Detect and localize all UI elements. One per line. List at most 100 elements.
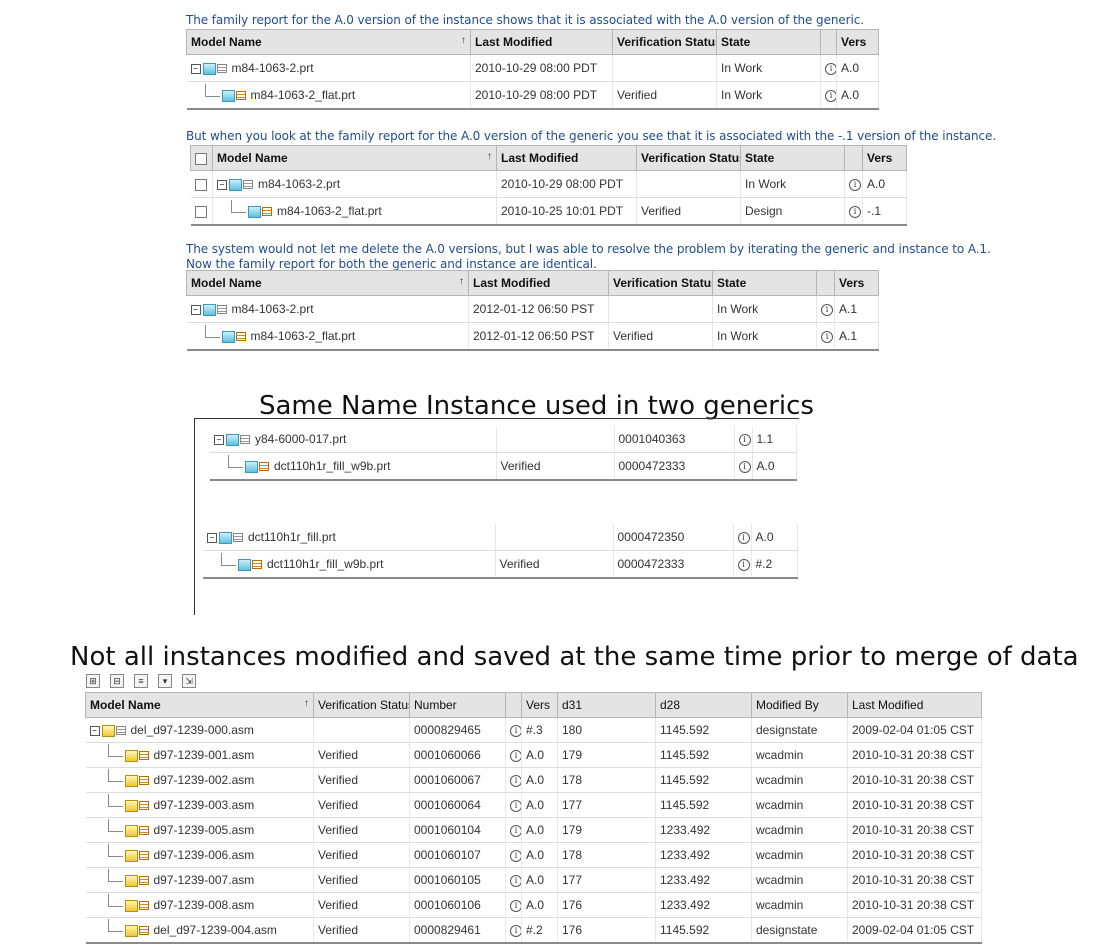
column-header-last-modified[interactable]: Last Modified (496, 145, 637, 171)
select-all-header[interactable] (190, 145, 213, 171)
column-header-model-name[interactable]: Model Name ↑ (186, 270, 469, 296)
model-name[interactable]: d97-1239-007.asm (154, 873, 255, 887)
info-icon[interactable]: i (510, 824, 521, 837)
model-name[interactable]: d97-1239-006.asm (154, 848, 255, 862)
column-header-verification-status[interactable]: Verification Status (612, 29, 717, 55)
model-name[interactable]: dct110h1r_fill_w9b.prt (267, 557, 384, 571)
model-name[interactable]: d97-1239-005.asm (154, 823, 255, 837)
column-header-number[interactable]: Number (409, 692, 506, 718)
column-header-verification-status[interactable]: Verification Status (636, 145, 741, 171)
row-checkbox[interactable] (194, 205, 207, 218)
table-row[interactable]: d97-1239-007.asm Verified 0001060105 i A.0 17… (85, 867, 982, 893)
column-header-info[interactable] (816, 270, 835, 296)
model-name[interactable]: y84-6000-017.prt (255, 432, 346, 446)
collapse-icon[interactable]: − (190, 304, 201, 315)
model-name[interactable]: m84-1063-2.prt (232, 61, 314, 75)
column-header-d31[interactable]: d31 (557, 692, 656, 718)
column-header-model-name[interactable]: Model Name ↑ (186, 29, 471, 55)
info-icon[interactable]: i (737, 531, 750, 544)
table-row[interactable]: dct110h1r_fill_w9b.prt Verified 00004723… (210, 452, 797, 481)
table-row[interactable]: del_d97-1239-004.asm Verified 0000829461 i #… (85, 917, 982, 944)
tree-view-icon[interactable]: ≡ (134, 674, 148, 688)
column-header-verification-status[interactable]: Verification Status (313, 692, 410, 718)
info-icon[interactable]: i (737, 558, 750, 571)
table-row[interactable]: m84-1063-2_flat.prt 2010-10-29 08:00 PDT… (186, 81, 879, 110)
collapse-icon[interactable]: − (207, 532, 217, 543)
table-row[interactable]: d97-1239-008.asm Verified 0001060106 i A.0 17… (85, 892, 982, 918)
model-name[interactable]: dct110h1r_fill.prt (248, 530, 336, 544)
table-row[interactable]: − y84-6000-017.prt 0001040363 i 1.1 (210, 426, 797, 453)
table-row[interactable]: m84-1063-2_flat.prt 2012-01-12 06:50 PST… (186, 322, 879, 351)
info-icon[interactable]: i (821, 303, 833, 316)
model-name[interactable]: d97-1239-003.asm (154, 798, 255, 812)
column-header-version[interactable]: Vers (862, 145, 907, 171)
table-row[interactable]: − dct110h1r_fill.prt 0000472350 i A.0 (203, 524, 798, 551)
model-name[interactable]: m84-1063-2.prt (232, 302, 314, 316)
column-header-version[interactable]: Vers (836, 29, 879, 55)
model-name[interactable]: m84-1063-2.prt (258, 177, 340, 191)
collapse-icon[interactable]: − (89, 725, 100, 736)
table-row[interactable]: d97-1239-006.asm Verified 0001060107 i A.0 17… (85, 842, 982, 868)
column-header-modified-by[interactable]: Modified By (751, 692, 848, 718)
info-icon[interactable]: i (510, 799, 521, 812)
collapse-icon[interactable]: − (214, 434, 224, 445)
model-name[interactable]: del_d97-1239-000.asm (131, 723, 254, 737)
model-name[interactable]: del_d97-1239-004.asm (154, 923, 277, 937)
column-header-verification-status[interactable]: Verification Status (608, 270, 713, 296)
info-icon[interactable]: i (510, 749, 521, 762)
info-icon[interactable]: i (849, 178, 861, 191)
info-icon[interactable]: i (510, 874, 521, 887)
d28: 1233.492 (655, 817, 752, 843)
table-row[interactable]: − m84-1063-2.prt 2012-01-12 06:50 PST In … (186, 295, 879, 323)
info-icon[interactable]: i (510, 924, 521, 937)
table-row[interactable]: − m84-1063-2.prt 2010-10-29 08:00 PDT In … (186, 54, 879, 82)
table-row[interactable]: d97-1239-005.asm Verified 0001060104 i A.0 17… (85, 817, 982, 843)
info-icon[interactable]: i (738, 460, 751, 473)
table-row[interactable]: d97-1239-001.asm Verified 0001060066 i A.0 17… (85, 742, 982, 768)
info-icon[interactable]: i (510, 849, 521, 862)
info-icon[interactable]: i (510, 724, 521, 737)
model-name[interactable]: d97-1239-002.asm (154, 773, 255, 787)
row-checkbox[interactable] (194, 178, 207, 191)
info-icon[interactable]: i (510, 774, 521, 787)
collapse-all-icon[interactable]: ⊟ (110, 674, 124, 688)
collapse-icon[interactable]: − (217, 179, 227, 190)
info-icon[interactable]: i (849, 205, 861, 218)
model-name[interactable]: d97-1239-008.asm (154, 898, 255, 912)
column-header-model-name[interactable]: Model Name ↑ (85, 692, 314, 718)
table-row[interactable]: − m84-1063-2.prt 2010-10-29 08:00 PDT In … (190, 170, 907, 198)
column-header-d28[interactable]: d28 (655, 692, 752, 718)
model-name[interactable]: m84-1063-2_flat.prt (251, 88, 356, 102)
column-header-info[interactable] (820, 29, 837, 55)
table-row[interactable]: m84-1063-2_flat.prt 2010-10-25 10:01 PDT… (190, 197, 907, 226)
model-name[interactable]: m84-1063-2_flat.prt (277, 204, 382, 218)
model-name[interactable]: d97-1239-001.asm (154, 748, 255, 762)
export-icon[interactable]: ⇲ (182, 674, 196, 688)
column-header-state[interactable]: State (712, 270, 817, 296)
column-header-last-modified[interactable]: Last Modified (847, 692, 982, 718)
table-row[interactable]: d97-1239-003.asm Verified 0001060064 i A.0 17… (85, 792, 982, 818)
collapse-icon[interactable]: − (190, 63, 201, 74)
column-header-version[interactable]: Vers (834, 270, 879, 296)
column-header-last-modified[interactable]: Last Modified (470, 29, 613, 55)
table-row[interactable]: − del_d97-1239-000.asm 0000829465 i #.3 180 11… (85, 717, 982, 743)
table-row[interactable]: dct110h1r_fill_w9b.prt Verified 00004723… (203, 550, 798, 579)
column-header-model-name[interactable]: Model Name ↑ (212, 145, 497, 171)
info-icon[interactable]: i (825, 62, 836, 75)
column-header-state[interactable]: State (740, 145, 845, 171)
filter-icon[interactable]: ▾ (158, 674, 172, 688)
column-header-version[interactable]: Vers (521, 692, 558, 718)
table-row[interactable]: d97-1239-002.asm Verified 0001060067 i A.0 17… (85, 767, 982, 793)
column-header-info[interactable] (505, 692, 522, 718)
expand-all-icon[interactable]: ⊞ (86, 674, 100, 688)
column-header-info[interactable] (844, 145, 863, 171)
select-all-checkbox[interactable] (195, 152, 207, 165)
info-icon[interactable]: i (510, 899, 521, 912)
column-header-last-modified[interactable]: Last Modified (468, 270, 609, 296)
info-icon[interactable]: i (825, 89, 836, 102)
model-name[interactable]: dct110h1r_fill_w9b.prt (274, 459, 391, 473)
info-icon[interactable]: i (821, 330, 833, 343)
info-icon[interactable]: i (738, 433, 751, 446)
column-header-state[interactable]: State (716, 29, 821, 55)
model-name[interactable]: m84-1063-2_flat.prt (251, 329, 356, 343)
